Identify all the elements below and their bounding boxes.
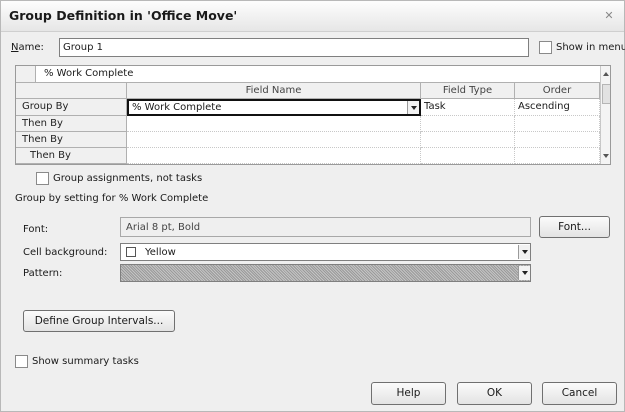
field-name-cell[interactable] [127,116,421,132]
scroll-thumb[interactable] [602,84,610,104]
show-summary-tasks-checkbox[interactable] [15,355,28,368]
close-icon[interactable]: ✕ [602,9,616,22]
row-header-then-by: Then By [16,116,127,132]
cancel-button[interactable]: Cancel [542,382,617,405]
show-in-menu-checkbox[interactable] [539,41,552,54]
field-type-cell[interactable] [421,148,515,164]
edit-bar-value: % Work Complete [44,68,134,79]
field-name-value: % Work Complete [132,102,222,113]
order-cell[interactable] [515,148,600,164]
field-name-dropdown-icon[interactable] [407,101,419,114]
order-cell[interactable] [515,132,600,148]
field-type-cell[interactable]: Task [421,99,515,116]
order-cell[interactable] [515,116,600,132]
group-assignments-label: Group assignments, not tasks [53,173,203,184]
font-value: Arial 8 pt, Bold [126,222,201,233]
pattern-select[interactable] [120,264,531,282]
cell-background-label: Cell background: [23,247,108,258]
edit-bar-input[interactable]: % Work Complete [36,66,610,83]
cell-background-select[interactable]: Yellow [120,243,531,261]
column-header-field-type: Field Type [421,83,515,99]
field-name-cell[interactable] [127,148,421,164]
order-cell[interactable]: Ascending [515,99,600,116]
column-header-order: Order [515,83,600,99]
row-header-then-by: Then By [16,148,127,164]
scroll-up-icon[interactable] [603,72,609,76]
row-header-then-by: Then By [16,132,127,148]
title-bar: Group Definition in 'Office Move' ✕ [1,1,624,32]
group-definition-dialog: Group Definition in 'Office Move' ✕ Name… [0,0,625,412]
row-header-group-by: Group By [16,99,127,116]
field-type-cell[interactable] [421,116,515,132]
cell-background-dropdown-icon[interactable] [518,245,530,259]
font-button[interactable]: Font... [539,216,610,238]
field-type-cell[interactable] [421,132,515,148]
field-name-cell[interactable] [127,132,421,148]
show-in-menu-label: Show in menu [556,42,625,53]
group-fields-grid: % Work Complete Field Name Field Type Or… [15,65,611,165]
edit-bar-corner [16,66,36,83]
font-display-field: Arial 8 pt, Bold [120,217,531,237]
show-summary-tasks-label: Show summary tasks [32,356,139,367]
name-input-value: Group 1 [63,42,103,53]
color-swatch [126,247,136,257]
define-group-intervals-button[interactable]: Define Group Intervals... [23,310,175,332]
name-input[interactable]: Group 1 [59,38,529,57]
pattern-label: Pattern: [23,268,63,279]
font-label: Font: [23,224,49,235]
group-setting-heading: Group by setting for % Work Complete [15,193,209,204]
name-label-rest: ame: [18,42,44,53]
pattern-dropdown-icon[interactable] [518,266,530,280]
column-header-field-name: Field Name [127,83,421,99]
window-title: Group Definition in 'Office Move' [9,8,238,23]
name-label: Name: [11,42,44,53]
grid-scrollbar[interactable] [600,66,610,164]
help-button[interactable]: Help [371,382,446,405]
cell-background-value: Yellow [145,247,176,258]
grid-corner-header [16,83,127,99]
group-assignments-checkbox[interactable] [36,172,49,185]
ok-button[interactable]: OK [457,382,532,405]
scroll-down-icon[interactable] [603,154,609,158]
field-name-cell-selected[interactable]: % Work Complete [127,99,421,116]
